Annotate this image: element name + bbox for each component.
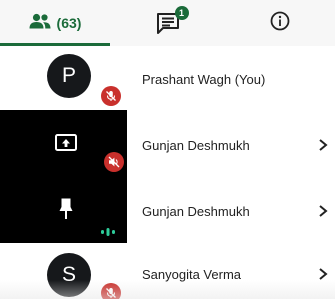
participant-row[interactable]: Gunjan Deshmukh <box>0 176 335 243</box>
chat-icon <box>156 13 180 38</box>
chevron-right-icon[interactable] <box>318 139 328 151</box>
avatar: P <box>47 54 91 98</box>
info-icon <box>270 11 290 36</box>
participant-row[interactable]: Gunjan Deshmukh <box>0 110 335 176</box>
participant-name: Gunjan Deshmukh <box>142 138 250 153</box>
chevron-right-icon[interactable] <box>318 205 328 217</box>
participant-name: Prashant Wagh (You) <box>142 72 266 87</box>
participants-count: (63) <box>56 15 82 31</box>
people-icon <box>29 13 51 34</box>
mic-off-icon <box>101 283 121 299</box>
tab-participants[interactable]: (63) <box>0 0 110 46</box>
tab-chat[interactable]: 1 <box>110 0 225 46</box>
participant-name: Gunjan Deshmukh <box>142 204 250 219</box>
participants-panel: (63) 1 P Prashant Wagh (You) Gunjan Desh… <box>0 0 335 299</box>
avatar: S <box>47 253 91 297</box>
mic-off-icon <box>101 86 121 106</box>
participant-row[interactable]: P Prashant Wagh (You) <box>0 48 335 110</box>
participant-name: Sanyogita Verma <box>142 267 242 282</box>
chevron-right-icon[interactable] <box>318 268 328 280</box>
tab-info[interactable] <box>225 0 335 46</box>
tab-bar: (63) 1 <box>0 0 335 46</box>
participant-row[interactable]: S Sanyogita Verma <box>0 243 335 299</box>
active-tab-indicator <box>0 43 110 46</box>
chat-unread-badge: 1 <box>174 6 189 20</box>
